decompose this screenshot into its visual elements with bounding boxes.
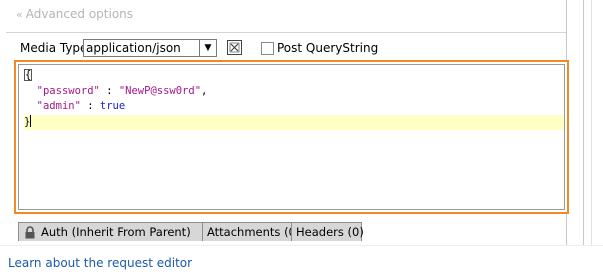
json-comma: , <box>201 84 208 97</box>
format-json-icon[interactable] <box>227 40 242 55</box>
open-brace: { <box>24 69 33 81</box>
advanced-options-label: Advanced options <box>25 7 134 21</box>
chevron-down-icon[interactable]: ▼ <box>199 39 217 57</box>
body-editor[interactable]: { "password" : "NewP@ssw0rd", "admin" : … <box>18 64 565 210</box>
json-sep: : <box>99 84 119 97</box>
tab-auth-label: Auth (Inherit From Parent) <box>41 225 191 239</box>
scrollbar-edge <box>591 0 592 245</box>
request-body-pane: «Advanced options Media Type application… <box>6 0 569 245</box>
media-type-select[interactable]: application/json <box>83 39 202 57</box>
tab-auth[interactable]: Auth (Inherit From Parent) <box>18 222 204 241</box>
media-type-label: Media Type <box>20 41 88 55</box>
code-line: "password" : "NewP@ssw0rd", <box>24 84 564 100</box>
tab-headers-label: Headers (0) <box>296 225 364 239</box>
json-value: true <box>99 100 126 112</box>
post-querystring-checkbox[interactable] <box>261 42 274 55</box>
tab-headers[interactable]: Headers (0) <box>291 222 364 241</box>
double-chevron-up-icon: « <box>16 8 23 21</box>
lock-icon <box>25 226 35 239</box>
request-editor-help-link[interactable]: Learn about the request editor <box>8 256 192 270</box>
tab-attachments-label: Attachments (0) <box>207 225 301 239</box>
advanced-options-toggle[interactable]: «Advanced options <box>16 5 133 23</box>
json-sep: : <box>80 100 100 112</box>
divider <box>6 32 566 33</box>
post-querystring-label: Post QueryString <box>277 41 379 55</box>
body-editor-frame: { "password" : "NewP@ssw0rd", "admin" : … <box>14 60 569 214</box>
text-caret <box>30 114 32 127</box>
json-key: "password" <box>36 84 100 97</box>
code-line: { <box>24 68 564 84</box>
divider <box>0 245 603 246</box>
code-line-active: } <box>24 114 564 130</box>
json-value: "NewP@ssw0rd" <box>118 84 202 97</box>
json-key: "admin" <box>36 100 81 112</box>
tab-attachments[interactable]: Attachments (0) <box>202 222 300 241</box>
scrollbar-track[interactable] <box>583 0 584 245</box>
code-content: { "password" : "NewP@ssw0rd", "admin" : … <box>24 68 564 130</box>
code-line: "admin" : true <box>24 99 564 115</box>
